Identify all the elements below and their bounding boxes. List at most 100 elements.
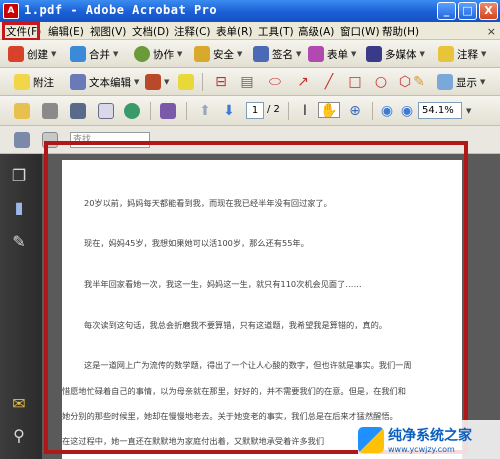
zoom-dropdown-icon[interactable]: ▼ xyxy=(466,107,471,115)
combine-icon xyxy=(70,46,86,62)
stamp-icon xyxy=(145,74,161,90)
oval-icon[interactable]: ○ xyxy=(372,74,390,90)
arrow-icon[interactable]: ↗ xyxy=(294,74,312,90)
stamp-button[interactable]: ▼ xyxy=(145,73,169,91)
collaborate-label: 协作 xyxy=(153,48,174,61)
watermark-text: 纯净系统之家 www.ycwjzy.com xyxy=(388,425,472,454)
comments-panel-icon[interactable]: ✉ xyxy=(9,394,29,414)
show-icon xyxy=(437,74,453,90)
sign-label: 签名 xyxy=(272,48,293,61)
callout-icon[interactable]: ⊟ xyxy=(212,74,230,90)
menu-advanced[interactable]: 高级(A) xyxy=(298,24,334,39)
menu-window[interactable]: 窗口(W) xyxy=(340,24,380,39)
print-button[interactable] xyxy=(42,102,58,120)
navigation-toolbar: ⬆ ⬇ 1 / 2 I ✋ ⊕ ◉ ◉ 54.1% ▼ xyxy=(0,96,500,126)
site-logo-icon xyxy=(358,426,384,453)
collaborate-button[interactable]: 协作 ▼ xyxy=(134,45,182,63)
menu-forms[interactable]: 表单(R) xyxy=(216,24,253,39)
chevron-down-icon: ▼ xyxy=(177,50,183,58)
collaborate-icon xyxy=(134,46,150,62)
chevron-down-icon: ▼ xyxy=(134,78,140,86)
menu-tools[interactable]: 工具(T) xyxy=(258,24,294,39)
document-highlight xyxy=(44,141,468,454)
cloud-icon[interactable]: ⬭ xyxy=(266,74,284,90)
forms-button[interactable]: 表单 ▼ xyxy=(308,45,356,63)
site-watermark: 纯净系统之家 www.ycwjzy.com xyxy=(358,420,500,459)
tasks-toolbar: 创建 ▼ 合并 ▼ 协作 ▼ 安全 ▼ 签名 ▼ 表单 ▼ 多媒体 ▼ 注释 ▼ xyxy=(0,40,500,68)
create-pdf-icon xyxy=(8,46,24,62)
sticky-note-button[interactable]: 附注 xyxy=(14,73,54,91)
hand-tool-icon[interactable]: ✋ xyxy=(318,102,340,119)
show-button[interactable]: 显示 ▼ xyxy=(437,73,485,91)
watermark-url: www.ycwjzy.com xyxy=(388,445,455,454)
textbox-icon[interactable]: ▤ xyxy=(238,74,256,90)
comment-markup-toolbar: 附注 文本编辑 ▼ ▼ ⊟ ▤ ⬭ ↗ ╱ □ ○ ⬡ ✎ 显示 ▼ xyxy=(0,68,500,96)
toolbar-separator xyxy=(202,73,203,91)
multimedia-label: 多媒体 xyxy=(385,48,417,61)
zoom-tool-icon[interactable]: ⊕ xyxy=(346,103,364,119)
chevron-down-icon: ▼ xyxy=(113,50,119,58)
secure-label: 安全 xyxy=(213,48,234,61)
text-edits-label: 文本编辑 xyxy=(89,76,131,89)
sticky-note-icon xyxy=(14,74,30,90)
folder-icon xyxy=(14,103,30,119)
globe-icon xyxy=(124,103,140,119)
close-document-icon[interactable]: × xyxy=(487,25,496,38)
menu-edit[interactable]: 编辑(E) xyxy=(48,24,84,39)
acrobat-icon: A xyxy=(3,3,19,19)
show-label: 显示 xyxy=(456,76,477,89)
menu-help[interactable]: 帮助(H) xyxy=(382,24,419,39)
create-button[interactable]: 创建 ▼ xyxy=(8,45,56,63)
chevron-down-icon: ▼ xyxy=(164,78,170,86)
menu-document[interactable]: 文档(D) xyxy=(132,24,169,39)
disk-icon xyxy=(14,132,30,148)
sticky-note-label: 附注 xyxy=(33,76,54,89)
menu-comments[interactable]: 注释(C) xyxy=(174,24,211,39)
file-menu-highlight xyxy=(2,22,40,41)
bookmarks-panel-icon[interactable]: ▮ xyxy=(9,198,29,218)
close-button[interactable]: X xyxy=(479,2,498,20)
watermark-main: 纯净系统之家 xyxy=(388,428,472,444)
text-edit-icon xyxy=(70,74,86,90)
chevron-down-icon: ▼ xyxy=(419,50,425,58)
previous-page-icon[interactable]: ⬆ xyxy=(196,103,214,119)
comment-label: 注释 xyxy=(457,48,478,61)
page-number-input[interactable]: 1 xyxy=(246,102,264,119)
rectangle-icon[interactable]: □ xyxy=(346,74,364,90)
line-icon[interactable]: ╱ xyxy=(320,74,338,90)
zoom-level-input[interactable]: 54.1% xyxy=(418,102,462,119)
multimedia-button[interactable]: 多媒体 ▼ xyxy=(366,45,425,63)
chevron-down-icon: ▼ xyxy=(237,50,243,58)
text-edits-button[interactable]: 文本编辑 ▼ xyxy=(70,73,139,91)
signatures-panel-icon[interactable]: ✎ xyxy=(9,232,29,252)
forms-label: 表单 xyxy=(327,48,348,61)
page-total: / 2 xyxy=(267,104,280,115)
sign-button[interactable]: 签名 ▼ xyxy=(253,45,301,63)
zoom-in-icon[interactable]: ◉ xyxy=(398,103,416,119)
chevron-down-icon: ▼ xyxy=(480,78,486,86)
combine-button[interactable]: 合并 ▼ xyxy=(70,45,118,63)
menu-view[interactable]: 视图(V) xyxy=(90,24,126,39)
highlighter-icon xyxy=(178,74,194,90)
printer-icon xyxy=(42,103,58,119)
open-button[interactable] xyxy=(14,102,30,120)
menu-bar: 文件(F) 编辑(E) 视图(V) 文档(D) 注释(C) 表单(R) 工具(T… xyxy=(0,22,500,40)
secure-button[interactable]: 安全 ▼ xyxy=(194,45,242,63)
email-icon xyxy=(98,103,114,119)
zoom-out-icon[interactable]: ◉ xyxy=(378,103,396,119)
highlight-button[interactable] xyxy=(178,73,194,91)
save-copy-button[interactable] xyxy=(14,131,30,149)
attachments-panel-icon[interactable]: ⚲ xyxy=(9,426,29,446)
select-text-icon[interactable]: I xyxy=(296,103,314,119)
pencil-icon[interactable]: ✎ xyxy=(410,74,428,90)
edit-document-button[interactable] xyxy=(160,102,176,120)
comment-button[interactable]: 注释 ▼ xyxy=(438,45,486,63)
maximize-button[interactable]: □ xyxy=(458,2,477,20)
minimize-button[interactable]: _ xyxy=(437,2,456,20)
share-button[interactable] xyxy=(124,102,140,120)
save-button[interactable] xyxy=(70,102,86,120)
pages-panel-icon[interactable]: ❐ xyxy=(9,166,29,186)
email-button[interactable] xyxy=(98,102,114,120)
comment-icon xyxy=(438,46,454,62)
next-page-icon[interactable]: ⬇ xyxy=(220,103,238,119)
